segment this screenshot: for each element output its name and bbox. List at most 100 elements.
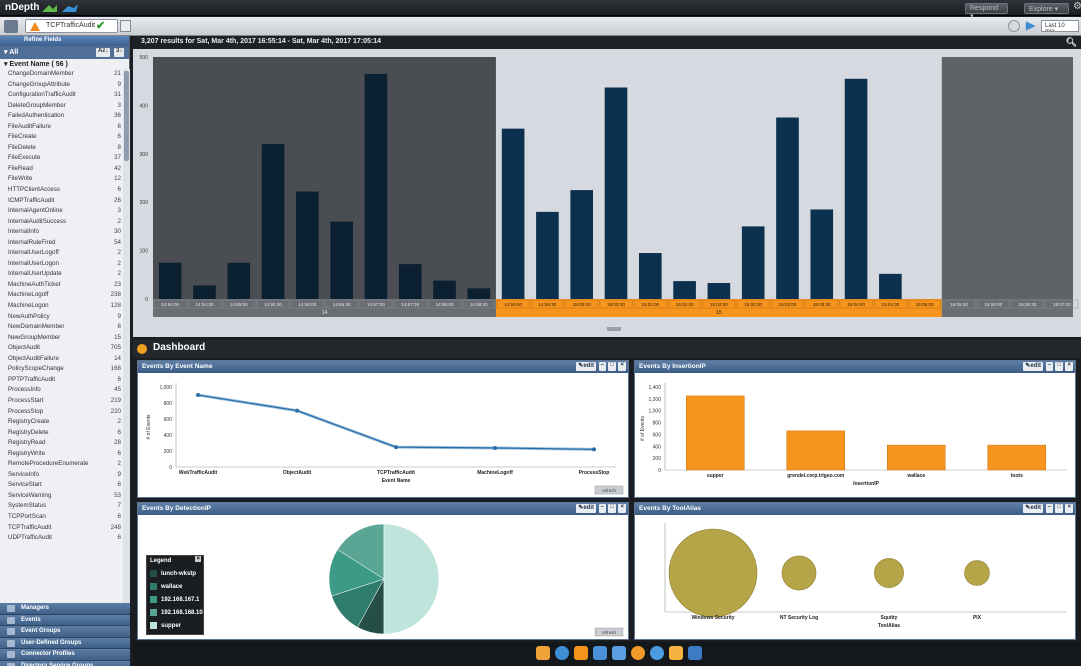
field-list-item[interactable]: RegistryWrite 6 bbox=[0, 449, 123, 460]
close-icon[interactable]: × bbox=[618, 504, 626, 513]
maximize-icon[interactable]: □ bbox=[608, 362, 616, 371]
field-list-item[interactable]: FileWrite 12 bbox=[0, 174, 123, 185]
field-list-item[interactable]: ICMPTrafficAudit 26 bbox=[0, 196, 123, 207]
line-chart-svg[interactable]: 0 200 400 600 800 1,000 # of Events WebTrafficA… bbox=[138, 373, 628, 497]
respond-menu[interactable]: Respond ▾ bbox=[965, 3, 1008, 20]
pie-chart-svg[interactable]: refresh bbox=[138, 515, 628, 639]
close-icon[interactable]: × bbox=[1065, 504, 1073, 513]
minimize-icon[interactable]: – bbox=[1045, 504, 1053, 513]
close-icon[interactable]: × bbox=[1065, 362, 1073, 371]
panel-title-bar[interactable]: Events By DetectionIP ✎edit – □ × bbox=[138, 503, 628, 515]
minimize-icon[interactable]: – bbox=[598, 362, 606, 371]
histogram-svg[interactable]: 0 100 200 300 400 500 14:54:00 14:54:30 14:55:00… bbox=[133, 49, 1081, 337]
field-list-item[interactable]: ChangeDomainMember 21 bbox=[0, 69, 123, 80]
field-list-item[interactable]: MachineLogoff 238 bbox=[0, 290, 123, 301]
refresh-icon[interactable] bbox=[1008, 20, 1020, 32]
sidebar-scrollbar[interactable] bbox=[123, 69, 130, 603]
field-list-item[interactable]: MachineAuthTicket 23 bbox=[0, 280, 123, 291]
field-list-item[interactable]: UDPTrafficAudit 6 bbox=[0, 533, 123, 544]
field-group-header[interactable]: ▾ Event Name ( 56 ) bbox=[0, 59, 129, 69]
check-icon[interactable]: ✔ bbox=[96, 19, 105, 32]
time-range-select[interactable]: Last 10 min bbox=[1041, 20, 1079, 32]
layout-grid-icon[interactable] bbox=[4, 20, 18, 33]
edit-button[interactable]: ✎edit bbox=[1023, 504, 1043, 513]
dock-bar-chart-icon[interactable] bbox=[593, 646, 607, 660]
field-list-item[interactable]: FileCreate 6 bbox=[0, 132, 123, 143]
dock-grid-icon[interactable] bbox=[536, 646, 550, 660]
field-list-item[interactable]: RegistryCreate 2 bbox=[0, 417, 123, 428]
dock-map-icon[interactable] bbox=[669, 646, 683, 660]
all-fields-row[interactable]: ▾ All Az↓ 3↓ bbox=[0, 46, 129, 59]
field-list-item[interactable]: InternalUserLogoff 2 bbox=[0, 248, 123, 259]
close-icon[interactable]: × bbox=[618, 362, 626, 371]
play-icon[interactable] bbox=[1025, 21, 1036, 31]
field-list-item[interactable]: FileAuditFailure 6 bbox=[0, 122, 123, 133]
field-list-item[interactable]: FailedAuthentication 36 bbox=[0, 111, 123, 122]
edit-button[interactable]: ✎edit bbox=[576, 504, 596, 513]
field-list-item[interactable]: InternalRuleFired 54 bbox=[0, 238, 123, 249]
field-list-item[interactable]: InternalInfo 30 bbox=[0, 227, 123, 238]
maximize-icon[interactable]: □ bbox=[1055, 362, 1063, 371]
field-list-item[interactable]: ServiceWarning 53 bbox=[0, 491, 123, 502]
field-list-item[interactable]: ConfigurationTrafficAudit 31 bbox=[0, 90, 123, 101]
field-list-item[interactable]: SystemStatus 7 bbox=[0, 501, 123, 512]
legend-item[interactable]: lunch-wkstp bbox=[147, 567, 203, 580]
bubble-chart-svg[interactable]: Windows Security NT Security Log Squitty PI… bbox=[635, 515, 1075, 639]
field-list-item[interactable]: InternalAgentOnline 3 bbox=[0, 206, 123, 217]
field-list-item[interactable]: PPTPTrafficAudit 6 bbox=[0, 375, 123, 386]
field-list-item[interactable]: RegistryRead 28 bbox=[0, 438, 123, 449]
dock-line-chart-icon[interactable] bbox=[612, 646, 626, 660]
refine-fields-header[interactable]: Refine Fields bbox=[0, 36, 129, 46]
field-list-item[interactable]: ServiceStart 6 bbox=[0, 480, 123, 491]
minimize-icon[interactable]: – bbox=[598, 504, 606, 513]
field-list-item[interactable]: MachineLogon 128 bbox=[0, 301, 123, 312]
field-list-item[interactable]: TCPPortScan 6 bbox=[0, 512, 123, 523]
field-list-item[interactable]: TCPTrafficAudit 248 bbox=[0, 523, 123, 534]
field-list-item[interactable]: FileRead 42 bbox=[0, 164, 123, 175]
dock-globe-icon[interactable] bbox=[555, 646, 569, 660]
sidebar-section-events[interactable]: Events bbox=[0, 614, 130, 627]
legend-item[interactable]: 192.168.168.10 bbox=[147, 606, 203, 619]
dock-pie-chart-icon[interactable] bbox=[631, 646, 645, 660]
dock-bubble-chart-icon[interactable] bbox=[650, 646, 664, 660]
field-list-item[interactable]: InternalAuditSuccess 2 bbox=[0, 217, 123, 228]
field-list-item[interactable]: ProcessInfo 45 bbox=[0, 385, 123, 396]
scrollbar-thumb[interactable] bbox=[124, 71, 129, 161]
sidebar-section-connector-profiles[interactable]: Connector Profiles bbox=[0, 649, 130, 661]
field-list-item[interactable]: ProcessStop 220 bbox=[0, 407, 123, 418]
legend-item[interactable]: wallace bbox=[147, 580, 203, 593]
field-list-item[interactable]: NewAuthPolicy 9 bbox=[0, 312, 123, 323]
field-list-item[interactable]: NewDomainMember 6 bbox=[0, 322, 123, 333]
field-list-item[interactable]: HTTPClientAccess 6 bbox=[0, 185, 123, 196]
save-query-icon[interactable] bbox=[120, 20, 131, 32]
field-list-item[interactable]: ServiceInfo 9 bbox=[0, 470, 123, 481]
field-list-item[interactable]: NewGroupMember 15 bbox=[0, 333, 123, 344]
sidebar-section-directory-service-groups[interactable]: Directory Service Groups bbox=[0, 660, 130, 666]
maximize-icon[interactable]: □ bbox=[1055, 504, 1063, 513]
explore-menu[interactable]: Explore ▾ bbox=[1024, 3, 1069, 14]
sidebar-section-managers[interactable]: Managers bbox=[0, 603, 130, 615]
sidebar-section-event-groups[interactable]: Event Groups bbox=[0, 626, 130, 638]
field-list-item[interactable]: ProcessStart 219 bbox=[0, 396, 123, 407]
field-list-item[interactable]: ChangeGroupAttribute 9 bbox=[0, 80, 123, 91]
dock-table-icon[interactable] bbox=[574, 646, 588, 660]
sort-count-button[interactable]: 3↓ bbox=[114, 48, 125, 57]
legend-item[interactable]: supper bbox=[147, 619, 203, 632]
histogram-plot[interactable]: 0 100 200 300 400 500 14:54:00 14:54:30 14:55:00… bbox=[133, 49, 1081, 337]
field-list-item[interactable]: InternalUserUpdate 2 bbox=[0, 269, 123, 280]
field-list-item[interactable]: FileDelete 8 bbox=[0, 143, 123, 154]
edit-button[interactable]: ✎edit bbox=[576, 362, 596, 371]
field-list-item[interactable]: RemoteProcedureEnumerate 2 bbox=[0, 459, 123, 470]
bar-chart-svg[interactable]: 0 200 400 600 800 1,000 1,200 1,400 # of Events s… bbox=[635, 373, 1075, 497]
legend-close-icon[interactable]: × bbox=[195, 556, 201, 562]
field-list-item[interactable]: ObjectAuditFailure 14 bbox=[0, 354, 123, 365]
panel-title-bar[interactable]: Events By Event Name ✎edit – □ × bbox=[138, 361, 628, 373]
legend-item[interactable]: 192.168.167.1 bbox=[147, 593, 203, 606]
field-list-item[interactable]: ObjectAudit 705 bbox=[0, 343, 123, 354]
field-list-item[interactable]: FileExecute 37 bbox=[0, 153, 123, 164]
edit-button[interactable]: ✎edit bbox=[1023, 362, 1043, 371]
minimize-icon[interactable]: – bbox=[1045, 362, 1053, 371]
zoom-icon[interactable]: 🔍︎ bbox=[1066, 37, 1077, 48]
field-list-item[interactable]: RegistryDelete 6 bbox=[0, 428, 123, 439]
panel-title-bar[interactable]: Events By InsertionIP ✎edit – □ × bbox=[635, 361, 1075, 373]
